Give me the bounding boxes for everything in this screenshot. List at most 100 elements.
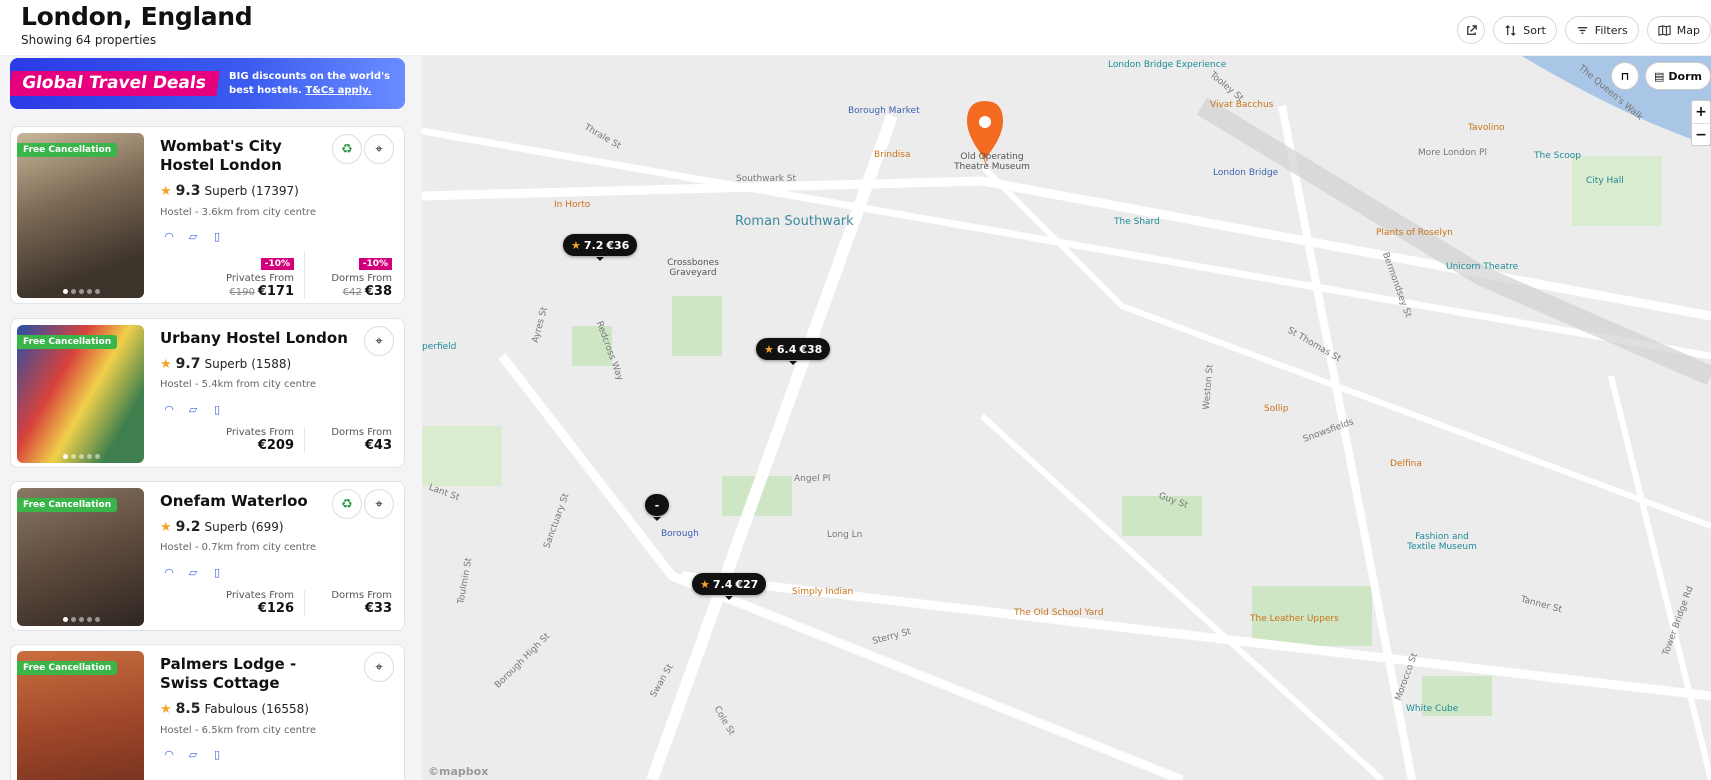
price-label: Privates From bbox=[225, 427, 294, 438]
listing-meta: Hostel - 6.5km from city centre bbox=[160, 725, 316, 736]
listing-name[interactable]: Wombat's City Hostel London bbox=[160, 137, 330, 175]
zoom-controls: + − bbox=[1691, 100, 1711, 146]
filter-icon bbox=[1577, 26, 1587, 34]
privates-price: Privates From €126 bbox=[206, 590, 296, 616]
review-count: (17397) bbox=[251, 184, 299, 198]
sort-icon bbox=[1505, 24, 1516, 36]
listing-meta: Hostel - 0.7km from city centre bbox=[160, 542, 316, 553]
share-button[interactable] bbox=[1457, 16, 1486, 44]
map-label-poi: White Cube bbox=[1406, 704, 1459, 714]
map-label: Map bbox=[1676, 23, 1700, 37]
sort-button[interactable]: Sort bbox=[1493, 16, 1557, 44]
map-label-poi: Old Operating Theatre Museum bbox=[954, 152, 1030, 172]
listing-photo[interactable]: Free Cancellation bbox=[17, 488, 144, 626]
filters-button[interactable]: Filters bbox=[1564, 16, 1639, 44]
rating: ★ 9.3 Superb (17397) bbox=[160, 183, 299, 199]
listing-name[interactable]: Urbany Hostel London bbox=[160, 329, 360, 348]
rating: ★ 9.7 Superb (1588) bbox=[160, 356, 291, 372]
show-on-map-button[interactable]: ⌖ bbox=[364, 489, 394, 519]
zoom-in-button[interactable]: + bbox=[1692, 101, 1710, 123]
price-label: Dorms From bbox=[331, 427, 392, 438]
amenities: ◠ ▱ ▯ bbox=[162, 565, 224, 579]
listing-photo[interactable]: Free Cancellation bbox=[17, 133, 144, 298]
zoom-out-button[interactable]: − bbox=[1692, 123, 1710, 145]
leaf-icon: ♻ bbox=[341, 496, 353, 512]
price-value: €33 bbox=[364, 601, 392, 616]
promo-banner[interactable]: Global Travel Deals BIG discounts on the… bbox=[10, 58, 405, 109]
map-label-poi: London Bridge Experience bbox=[1108, 60, 1227, 70]
map-price-pin[interactable]: ★ 6.4 €38 bbox=[756, 338, 831, 365]
map-label-street: Southwark St bbox=[736, 174, 797, 184]
map[interactable]: Roman Southwark Southwark St Long Ln Bor… bbox=[422, 56, 1711, 780]
listing-name[interactable]: Onefam Waterloo bbox=[160, 492, 330, 511]
linen-icon: ▱ bbox=[188, 747, 198, 761]
top-bar: London, England Showing 64 properties So… bbox=[0, 0, 1711, 56]
map-label-poi: London Bridge bbox=[1213, 168, 1279, 178]
photo-carousel-dots[interactable] bbox=[63, 289, 100, 294]
listing-photo[interactable]: Free Cancellation bbox=[17, 325, 144, 463]
discount-badge: -10% bbox=[260, 258, 294, 270]
photo-carousel-dots[interactable] bbox=[63, 617, 100, 622]
amenities: ◠ ▱ ▯ bbox=[162, 747, 224, 761]
listing-meta: Hostel - 5.4km from city centre bbox=[160, 379, 316, 390]
map-pin-empty[interactable]: - bbox=[645, 494, 669, 521]
listing-photo[interactable]: Free Cancellation bbox=[17, 651, 144, 780]
listing-card[interactable]: Free Cancellation Wombat's City Hostel L… bbox=[10, 126, 405, 304]
map-icon bbox=[1658, 24, 1671, 36]
price-value: €171 bbox=[257, 284, 294, 299]
location-pin-icon: ⌖ bbox=[375, 496, 383, 512]
price-label: Dorms From bbox=[331, 590, 392, 601]
page-title: London, England bbox=[21, 2, 253, 31]
price-value: €43 bbox=[364, 438, 392, 453]
pin-price: €38 bbox=[799, 342, 823, 356]
star-icon: ★ bbox=[160, 356, 172, 372]
linen-icon: ▱ bbox=[188, 565, 198, 579]
pin-price: €36 bbox=[606, 238, 630, 252]
map-label-poi: Vivat Bacchus bbox=[1210, 100, 1274, 110]
location-pin-icon: ⌖ bbox=[375, 141, 383, 157]
show-on-map-button[interactable]: ⌖ bbox=[364, 134, 394, 164]
pin-price: €27 bbox=[735, 577, 759, 591]
listing-card[interactable]: Free Cancellation Onefam Waterloo ♻ ⌖ ★ … bbox=[10, 481, 405, 631]
map-button[interactable]: Map bbox=[1646, 16, 1711, 44]
dorms-price: -10% Dorms From €42 €38 bbox=[304, 251, 394, 299]
eco-badge[interactable]: ♻ bbox=[332, 489, 362, 519]
leaf-icon: ♻ bbox=[341, 141, 353, 157]
map-label-poi: The Scoop bbox=[1534, 151, 1581, 161]
show-on-map-button[interactable]: ⌖ bbox=[364, 326, 394, 356]
locker-icon: ▯ bbox=[213, 747, 221, 761]
star-icon: ★ bbox=[571, 238, 581, 252]
free-cancellation-badge: Free Cancellation bbox=[17, 143, 118, 157]
map-label-street: Long Ln bbox=[827, 530, 863, 540]
results-count: Showing 64 properties bbox=[21, 33, 157, 47]
listing-name[interactable]: Palmers Lodge - Swiss Cottage bbox=[160, 655, 340, 693]
map-label-poi: Brindisa bbox=[874, 150, 911, 160]
rating: ★ 8.5 Fabulous (16558) bbox=[160, 701, 309, 717]
listing-card[interactable]: Free Cancellation Urbany Hostel London ⌖… bbox=[10, 318, 405, 468]
listing-card[interactable]: Free Cancellation Palmers Lodge - Swiss … bbox=[10, 644, 405, 780]
map-price-pin[interactable]: ★ 7.2 €36 bbox=[563, 234, 638, 261]
dorm-toggle[interactable]: ▤ Dorm bbox=[1645, 62, 1711, 90]
promo-text: BIG discounts on the world's best hostel… bbox=[229, 70, 399, 98]
price-label: Privates From bbox=[225, 273, 294, 284]
show-on-map-button[interactable]: ⌖ bbox=[364, 652, 394, 682]
old-price: €42 bbox=[342, 287, 362, 298]
map-base[interactable] bbox=[422, 56, 1711, 780]
bookmark-button[interactable]: ⊓ bbox=[1611, 62, 1640, 90]
toolbar-actions: Sort Filters Map bbox=[1457, 16, 1711, 44]
map-label-street: More London Pl bbox=[1418, 148, 1487, 158]
rating: ★ 9.2 Superb (699) bbox=[160, 519, 284, 535]
map-label-poi: Borough bbox=[661, 529, 699, 539]
review-count: (16558) bbox=[261, 702, 309, 716]
bookmark-icon: ⊓ bbox=[1620, 69, 1630, 83]
photo-carousel-dots[interactable] bbox=[63, 454, 100, 459]
promo-terms-link[interactable]: T&Cs apply. bbox=[305, 85, 371, 96]
map-label-poi: The Leather Uppers bbox=[1250, 614, 1339, 624]
eco-badge[interactable]: ♻ bbox=[332, 134, 362, 164]
free-cancellation-badge: Free Cancellation bbox=[17, 335, 118, 349]
listing-meta: Hostel - 3.6km from city centre bbox=[160, 207, 316, 218]
wifi-icon: ◠ bbox=[164, 747, 174, 761]
free-cancellation-badge: Free Cancellation bbox=[17, 498, 118, 512]
locker-icon: ▯ bbox=[213, 565, 221, 579]
map-price-pin[interactable]: ★ 7.4 €27 bbox=[692, 573, 767, 600]
